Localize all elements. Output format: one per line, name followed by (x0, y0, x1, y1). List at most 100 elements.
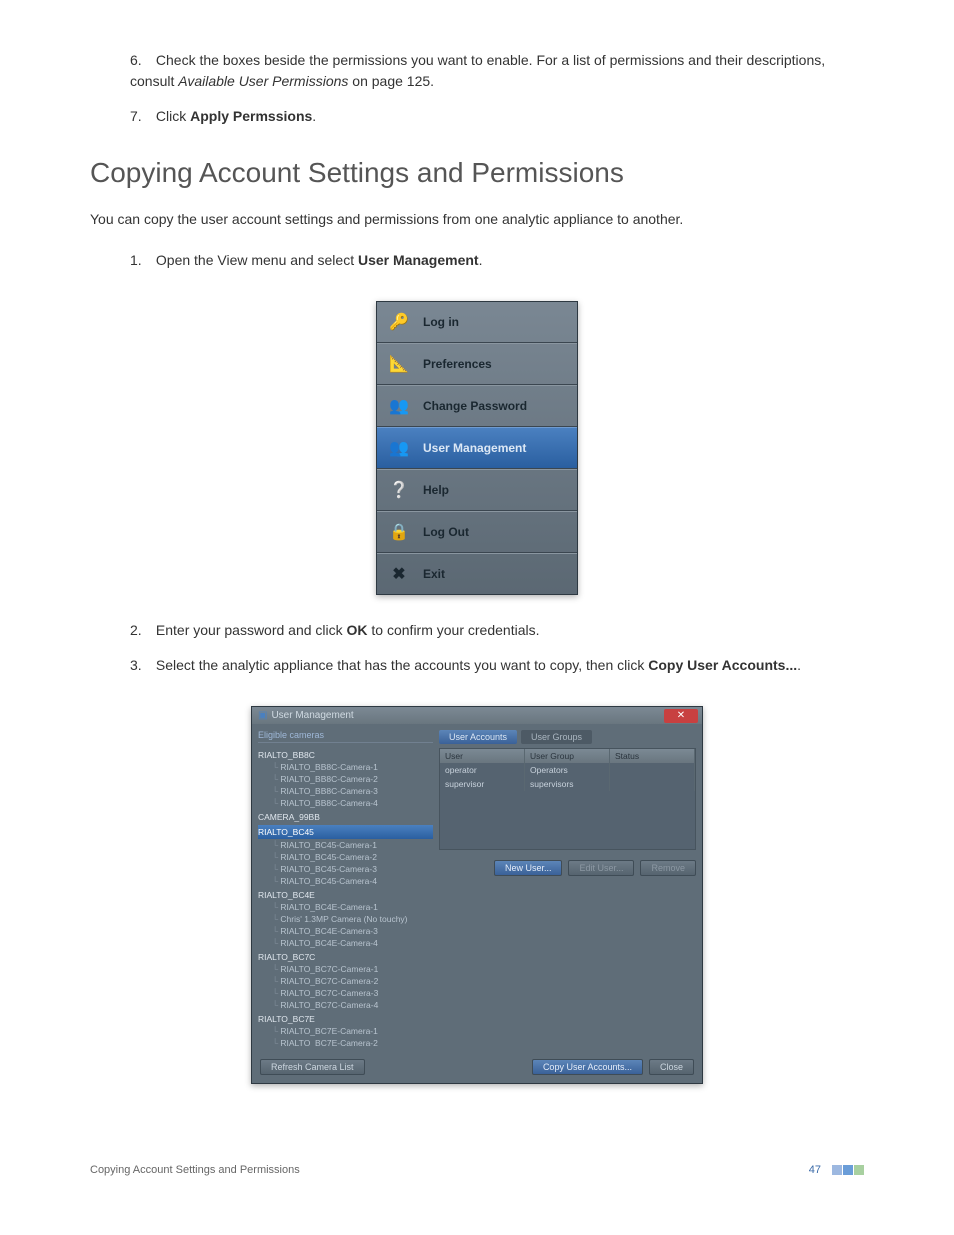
tree-camera[interactable]: RIALTO_BB8C-Camera-3 (258, 785, 433, 797)
app-icon: ▣ (258, 710, 267, 721)
tree-camera[interactable]: RIALTO_BC4E-Camera-3 (258, 925, 433, 937)
menu-item-help[interactable]: ❔Help (377, 469, 577, 511)
menu-item-preferences[interactable]: 📐Preferences (377, 343, 577, 385)
tree-camera[interactable]: RIALTO_BC4E-Camera-1 (258, 901, 433, 913)
table-row[interactable]: operatorOperators (440, 763, 695, 777)
step-text-after: on page 125. (348, 73, 434, 89)
step-bold: User Management (358, 252, 479, 268)
lock-icon: 🔒 (385, 518, 413, 546)
dialog-title: User Management (271, 710, 353, 721)
refresh-camera-list-button[interactable]: Refresh Camera List (260, 1059, 365, 1075)
step-text: Select the analytic appliance that has t… (156, 657, 648, 673)
steps-main: 1. Open the View menu and select User Ma… (130, 250, 864, 271)
step-6: 6. Check the boxes beside the permission… (130, 50, 864, 92)
user-management-dialog: ▣ User Management ✕ Eligible cameras RIA… (251, 706, 703, 1084)
tabs: User Accounts User Groups (439, 730, 696, 744)
eligible-cameras-label: Eligible cameras (258, 730, 433, 743)
cell-status (610, 763, 695, 777)
step-bold: Copy User Accounts... (648, 657, 797, 673)
menu-item-log-in[interactable]: 🔑Log in (377, 302, 577, 343)
tree-camera[interactable]: RIALTO_BC45-Camera-3 (258, 863, 433, 875)
tree-camera[interactable]: RIALTO_BC7E-Camera-2 (258, 1037, 433, 1047)
tree-camera[interactable]: Chris' 1.3MP Camera (No touchy) (258, 913, 433, 925)
tree-group[interactable]: CAMERA_99BB (258, 811, 433, 823)
prefs-icon: 📐 (385, 350, 413, 378)
step-text-after: . (797, 657, 801, 673)
right-pane: User Accounts User Groups User User Grou… (439, 730, 696, 1047)
tree-camera[interactable]: RIALTO_BB8C-Camera-2 (258, 773, 433, 785)
col-user: User (440, 749, 525, 763)
step-7: 7. Click Apply Permssions. (130, 106, 864, 127)
dialog-footer: Refresh Camera List Copy User Accounts..… (252, 1053, 702, 1083)
camera-tree[interactable]: RIALTO_BB8CRIALTO_BB8C-Camera-1RIALTO_BB… (258, 747, 433, 1047)
grid-header-row: User User Group Status (440, 749, 695, 763)
tree-camera[interactable]: RIALTO_BC4E-Camera-4 (258, 937, 433, 949)
copy-user-accounts-button[interactable]: Copy User Accounts... (532, 1059, 643, 1075)
menu-item-exit[interactable]: ✖Exit (377, 553, 577, 594)
tree-camera[interactable]: RIALTO_BC7C-Camera-2 (258, 975, 433, 987)
col-user-group: User Group (525, 749, 610, 763)
cell-status (610, 777, 695, 791)
tree-camera[interactable]: RIALTO_BC45-Camera-4 (258, 875, 433, 887)
intro-text: You can copy the user account settings a… (90, 209, 864, 230)
page-number: 47 (809, 1164, 821, 1176)
step-num: 2. (130, 620, 152, 641)
tree-group[interactable]: RIALTO_BC7E (258, 1013, 433, 1025)
tree-group[interactable]: RIALTO_BC45 (258, 825, 433, 839)
step-italic: Available User Permissions (178, 73, 348, 89)
close-button-footer[interactable]: Close (649, 1059, 694, 1075)
step-num: 3. (130, 655, 152, 676)
users-icon: 👥 (385, 434, 413, 462)
menu-item-change-password[interactable]: 👥 Change Password (377, 385, 577, 427)
user-grid[interactable]: User User Group Status operatorOperators… (439, 748, 696, 850)
tree-camera[interactable]: RIALTO_BC7E-Camera-1 (258, 1025, 433, 1037)
cell-user: operator (440, 763, 525, 777)
tree-camera[interactable]: RIALTO_BC45-Camera-2 (258, 851, 433, 863)
tree-camera[interactable]: RIALTO_BB8C-Camera-4 (258, 797, 433, 809)
section-title: Copying Account Settings and Permissions (90, 157, 864, 189)
step-text: Open the View menu and select (156, 252, 358, 268)
remove-button[interactable]: Remove (640, 860, 696, 876)
tab-user-groups[interactable]: User Groups (521, 730, 592, 744)
new-user-button[interactable]: New User... (494, 860, 563, 876)
menu-item-log-out[interactable]: 🔒 Log Out (377, 511, 577, 553)
step-3: 3. Select the analytic appliance that ha… (130, 655, 864, 676)
step-num: 1. (130, 250, 152, 271)
footer-logo-icon (831, 1165, 864, 1175)
pwd-icon: 👥 (385, 392, 413, 420)
page-footer: Copying Account Settings and Permissions… (90, 1164, 864, 1176)
step-bold: OK (347, 622, 368, 638)
tree-camera[interactable]: RIALTO_BB8C-Camera-1 (258, 761, 433, 773)
cell-group: Operators (525, 763, 610, 777)
steps-top: 6. Check the boxes beside the permission… (130, 50, 864, 127)
cell-group: supervisors (525, 777, 610, 791)
close-button[interactable]: ✕ (664, 709, 698, 723)
tree-group[interactable]: RIALTO_BB8C (258, 749, 433, 761)
tab-user-accounts[interactable]: User Accounts (439, 730, 517, 744)
view-menu: 🔑Log in📐Preferences 👥 Change Password 👥 User… (376, 301, 578, 595)
dialog-titlebar: ▣ User Management ✕ (252, 707, 702, 724)
table-row[interactable]: supervisorsupervisors (440, 777, 695, 791)
menu-item-label: Log Out (423, 525, 469, 539)
tree-camera[interactable]: RIALTO_BC7C-Camera-4 (258, 999, 433, 1011)
step-1: 1. Open the View menu and select User Ma… (130, 250, 864, 271)
tree-camera[interactable]: RIALTO_BC7C-Camera-1 (258, 963, 433, 975)
tree-group[interactable]: RIALTO_BC4E (258, 889, 433, 901)
menu-item-user-management[interactable]: 👥 User Management (377, 427, 577, 469)
edit-user-button[interactable]: Edit User... (568, 860, 634, 876)
steps-main-2: 2. Enter your password and click OK to c… (130, 620, 864, 676)
menu-item-label: Help (423, 483, 449, 497)
step-text: Enter your password and click (156, 622, 347, 638)
menu-item-label: Change Password (423, 399, 527, 413)
step-text-after: to confirm your credentials. (368, 622, 540, 638)
step-bold: Apply Permssions (190, 108, 312, 124)
col-status: Status (610, 749, 695, 763)
tree-camera[interactable]: RIALTO_BC7C-Camera-3 (258, 987, 433, 999)
step-num: 6. (130, 50, 152, 71)
menu-item-label: Exit (423, 567, 445, 581)
tree-camera[interactable]: RIALTO_BC45-Camera-1 (258, 839, 433, 851)
tree-group[interactable]: RIALTO_BC7C (258, 951, 433, 963)
step-2: 2. Enter your password and click OK to c… (130, 620, 864, 641)
cell-user: supervisor (440, 777, 525, 791)
menu-item-label: User Management (423, 441, 526, 455)
